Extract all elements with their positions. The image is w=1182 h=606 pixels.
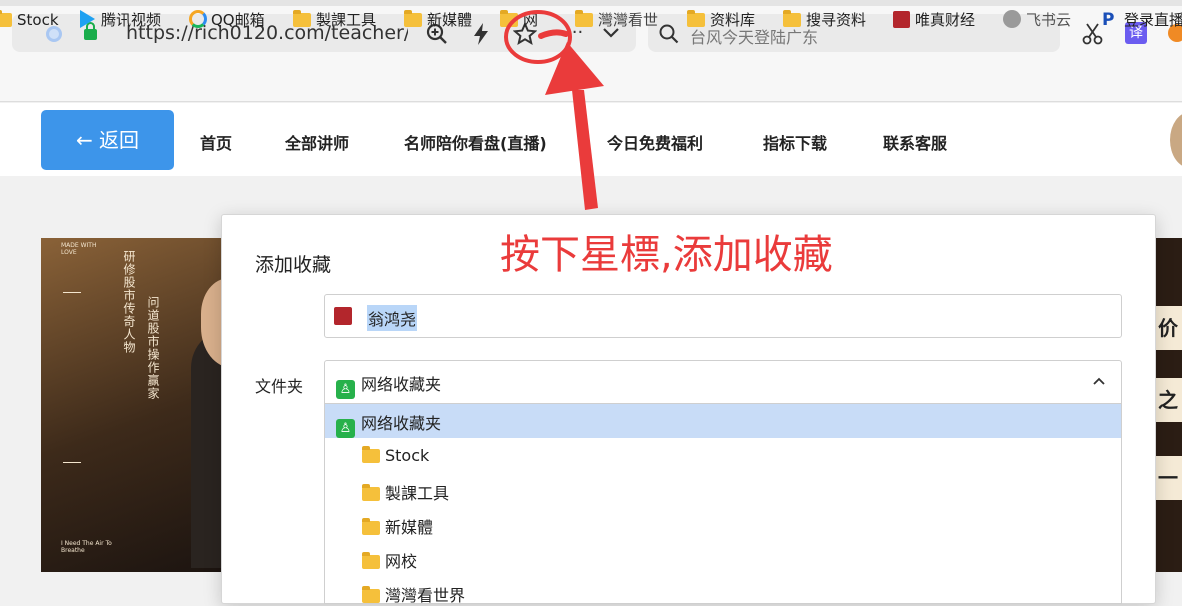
annotation-circle xyxy=(504,10,572,64)
annotation-overlay xyxy=(504,10,604,210)
annotation-arrow-shaft xyxy=(572,90,598,210)
annotation-pointer xyxy=(538,29,569,39)
annotation-arrow-head xyxy=(545,42,604,95)
annotation-text: 按下星標,添加收藏 xyxy=(500,232,833,278)
